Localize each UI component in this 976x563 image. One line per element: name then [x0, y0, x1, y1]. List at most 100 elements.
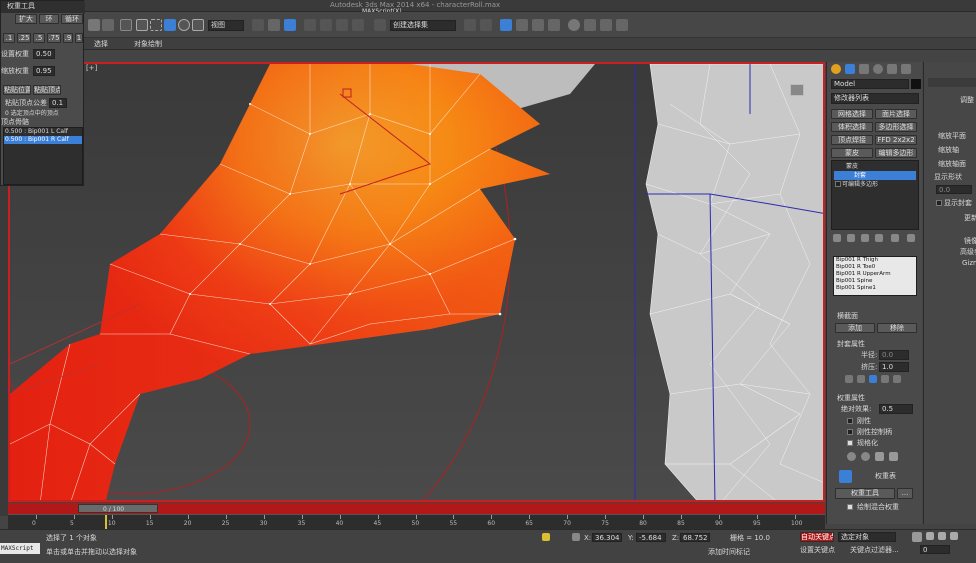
bone-list-item[interactable]: Bip001 Spine [834, 278, 916, 285]
redo-icon[interactable] [102, 19, 114, 31]
material-editor-icon[interactable] [568, 19, 580, 31]
weight-tool-button[interactable]: 权重工具 [835, 488, 895, 499]
right-field[interactable]: 0.0 [936, 185, 972, 194]
vertex-weight-list[interactable]: 0.500 : Bip001 L Calf 0.500 : Bip001 R C… [3, 127, 83, 185]
view-dropdown[interactable]: 视图 [208, 20, 244, 31]
curve-editor-icon[interactable] [532, 19, 544, 31]
display-tab-icon[interactable] [887, 64, 897, 74]
percent-snap-icon[interactable] [336, 19, 348, 31]
weight-table-label[interactable]: 权重表 [875, 472, 896, 481]
bone-list-item[interactable]: Bip001 R Thigh [834, 257, 916, 264]
modifier-list-dropdown[interactable]: 修改器列表 [831, 93, 919, 104]
set-weight-field[interactable]: 0.50 [33, 49, 55, 59]
exclude-verts-icon[interactable] [847, 452, 856, 461]
tolerance-field[interactable]: 0.1 [49, 98, 67, 108]
list-item-selected[interactable]: 0.500 : Bip001 R Calf [4, 136, 82, 144]
bone-list-item[interactable]: Bip001 R UpperArm [834, 271, 916, 278]
schematic-icon[interactable] [548, 19, 560, 31]
spinner-snap-icon[interactable] [352, 19, 364, 31]
bone-list-item[interactable]: Bip001 R Toe0 [834, 264, 916, 271]
weight-tool-wrench-icon[interactable] [839, 470, 852, 483]
selected-dropdown[interactable]: 选定对象 [838, 532, 896, 542]
modifier-btn-poly-select[interactable]: 多边形选择 [875, 122, 917, 132]
snap-icon[interactable] [304, 19, 316, 31]
modifier-btn-edit-poly[interactable]: 编辑多边形 [875, 148, 917, 158]
render-setup-icon[interactable] [584, 19, 596, 31]
modifier-btn-ffd[interactable]: FFD 2x2x2 [875, 135, 917, 145]
collapse-icon[interactable] [907, 234, 915, 242]
falloff-fast-icon[interactable] [869, 375, 877, 383]
weight-preset-05[interactable]: .5 [33, 33, 45, 43]
modifier-btn-skin[interactable]: 蒙皮 [831, 148, 873, 158]
stack-item-edit-poly[interactable]: 可编辑多边形 [842, 180, 878, 189]
y-field[interactable]: -5.684 [636, 533, 666, 542]
x-field[interactable]: 36.304 [592, 533, 622, 542]
select-move-icon[interactable] [164, 19, 176, 31]
time-slider-thumb[interactable]: 0 / 100 [78, 504, 158, 513]
paint-blend-checkbox[interactable] [847, 504, 853, 510]
update-label[interactable]: 更新 [964, 214, 976, 223]
key-filters-label[interactable]: 关键点过滤器... [850, 546, 899, 555]
add-cross-section-button[interactable]: 添加 [835, 323, 875, 333]
ribbon-tab-object-paint[interactable]: 对象绘制 [134, 40, 162, 49]
weight-preset-01[interactable]: .1 [3, 33, 15, 43]
weight-preset-1[interactable]: 1 [75, 33, 83, 43]
list-item[interactable]: 0.500 : Bip001 L Calf [4, 128, 82, 136]
rollout-mirror[interactable]: 镜像 [964, 237, 976, 246]
bone-list[interactable]: Bip001 R Thigh Bip001 R Toe0 Bip001 R Up… [833, 256, 917, 296]
modifier-stack[interactable]: 蒙皮 封套 可编辑多边形 [831, 160, 919, 230]
remove-cross-section-button[interactable]: 移除 [877, 323, 917, 333]
ring-button[interactable]: 环 [39, 14, 59, 24]
hierarchy-tab-icon[interactable] [859, 64, 869, 74]
timeline-ruler[interactable]: 0 5 10 15 20 25 30 35 40 45 50 55 60 65 70 75 80 85 90 95 10… [8, 514, 825, 530]
paste-vertex-button[interactable]: 粘贴顶点 [33, 85, 61, 95]
undo-icon[interactable] [88, 19, 100, 31]
expand-button[interactable]: 扩大 [15, 14, 37, 24]
viewport-corner-label[interactable]: [+] [86, 64, 97, 73]
squash-field[interactable]: 1.0 [879, 362, 909, 372]
align-icon[interactable] [480, 19, 492, 31]
falloff-sinual-icon[interactable] [857, 375, 865, 383]
weight-preset-075[interactable]: .75 [47, 33, 61, 43]
rollout-advanced[interactable]: 高级参数 [960, 248, 976, 257]
render-icon[interactable] [616, 19, 628, 31]
modifier-btn-mesh-select[interactable]: 网格选择 [831, 109, 873, 119]
weight-preset-09[interactable]: .9 [63, 33, 73, 43]
graphite-icon[interactable] [516, 19, 528, 31]
rigid-checkbox[interactable] [847, 418, 853, 424]
goto-start-icon[interactable] [926, 532, 934, 540]
copy-envelope-icon[interactable] [893, 375, 901, 383]
current-frame-field[interactable]: 0 [920, 545, 950, 554]
scale-weight-field[interactable]: 0.95 [33, 66, 55, 76]
modifier-btn-patch-select[interactable]: 面片选择 [875, 109, 917, 119]
set-key-icon[interactable] [912, 532, 922, 542]
viewcube-icon[interactable] [790, 84, 804, 96]
modifier-btn-vol-select[interactable]: 体积选择 [831, 122, 873, 132]
make-unique-icon[interactable] [861, 234, 869, 242]
stack-item-skin[interactable]: 蒙皮 [846, 162, 858, 171]
play-icon[interactable] [938, 532, 946, 540]
radius-field[interactable]: 0.0 [879, 350, 909, 360]
normalize-checkbox[interactable] [847, 440, 853, 446]
select-scale-icon[interactable] [192, 19, 204, 31]
selection-set-dropdown[interactable]: 创建选择集 [390, 20, 456, 31]
absolute-mode-icon[interactable] [572, 533, 580, 541]
show-envelope-checkbox[interactable] [936, 200, 942, 206]
keyboard-shortcut-icon[interactable] [284, 19, 296, 31]
pin-stack-icon[interactable] [833, 234, 841, 242]
loop-button[interactable]: 循环 [61, 14, 83, 24]
ribbon-tab-select[interactable]: 选择 [94, 40, 108, 49]
render-frame-icon[interactable] [600, 19, 612, 31]
goto-end-icon[interactable] [950, 532, 958, 540]
link-icon[interactable] [120, 19, 132, 31]
set-key-label[interactable]: 设置关键点 [800, 546, 835, 555]
weight-options-button[interactable]: ... [897, 488, 913, 499]
select-rotate-icon[interactable] [178, 19, 190, 31]
remove-modifier-icon[interactable] [875, 234, 883, 242]
maxscript-listener[interactable]: MAXScript [0, 543, 40, 554]
falloff-linear-icon[interactable] [845, 375, 853, 383]
angle-snap-icon[interactable] [320, 19, 332, 31]
select-excluded-icon[interactable] [875, 452, 884, 461]
stack-item-envelope[interactable]: 封套 [834, 171, 916, 180]
modify-tab-icon[interactable] [845, 64, 855, 74]
